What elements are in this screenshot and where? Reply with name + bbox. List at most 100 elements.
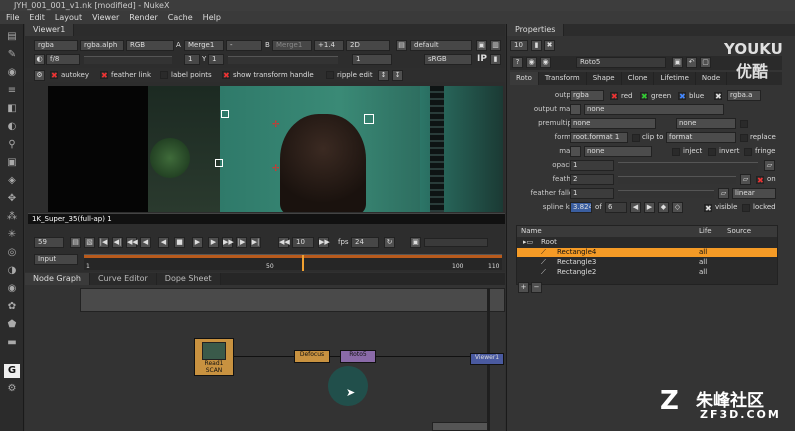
premultiply-checkbox[interactable] xyxy=(740,120,748,128)
color-icon[interactable]: ◧ xyxy=(4,102,20,116)
menu-viewer[interactable]: Viewer xyxy=(92,11,119,24)
colorspace-select[interactable]: RGB xyxy=(126,40,174,51)
tab-roto[interactable]: Roto xyxy=(510,72,539,85)
tab-node[interactable]: Node xyxy=(696,72,728,85)
tab-viewer1[interactable]: Viewer1 xyxy=(25,24,75,36)
tab-dope-sheet[interactable]: Dope Sheet xyxy=(156,273,221,285)
visible-checkbox[interactable]: ✖ xyxy=(704,204,712,213)
prev-key-button-icon[interactable]: ◀ xyxy=(630,202,641,213)
ripple-from-icon[interactable]: ↕ xyxy=(378,70,389,81)
add-key-icon[interactable]: ◆ xyxy=(658,202,669,213)
prev-frame-icon[interactable]: ◀ xyxy=(140,237,151,248)
ripple-edit-checkbox[interactable] xyxy=(326,71,334,79)
feather-slider[interactable] xyxy=(618,176,736,184)
table-row[interactable]: ⟋ Rectangle3 all xyxy=(517,258,777,267)
ip-button[interactable]: IP xyxy=(477,54,487,64)
header-source[interactable]: Source xyxy=(727,226,751,237)
lock-icon[interactable]: ▥ xyxy=(490,40,501,51)
node-name-field[interactable]: Roto5 xyxy=(576,57,666,68)
other-icon[interactable]: ✿ xyxy=(4,300,20,314)
mask-checkbox[interactable] xyxy=(570,146,581,157)
exposure-slider[interactable] xyxy=(84,56,172,64)
next-key-icon[interactable]: |▶ xyxy=(236,237,247,248)
playhead[interactable] xyxy=(302,255,305,271)
lut-icon[interactable]: ▤ xyxy=(396,40,407,51)
locked-checkbox[interactable] xyxy=(742,204,750,212)
label-points-checkbox[interactable] xyxy=(160,71,168,79)
menu-layout[interactable]: Layout xyxy=(55,11,82,24)
tab-shape[interactable]: Shape xyxy=(587,72,622,85)
feather-point-2[interactable]: ✢ xyxy=(272,164,280,174)
eye-icon[interactable]: ◉ xyxy=(4,282,20,296)
backdrop-node[interactable] xyxy=(80,288,505,312)
input-select[interactable]: Input xyxy=(34,254,78,265)
output-select[interactable]: rgba xyxy=(570,90,604,101)
output-mask-select[interactable]: none xyxy=(584,104,724,115)
alpha-select[interactable]: rgba.a xyxy=(727,90,761,101)
b-input-select[interactable]: Merge1 xyxy=(272,40,312,51)
blue-checkbox[interactable]: ✖ xyxy=(678,92,686,101)
format-select[interactable]: root.format 1 xyxy=(570,132,628,143)
table-row-selected[interactable]: ⟋ Rectangle4 all xyxy=(517,248,777,257)
menu-render[interactable]: Render xyxy=(129,11,157,24)
fstop-select[interactable]: f/8 xyxy=(46,54,80,65)
red-checkbox[interactable]: ✖ xyxy=(610,92,618,101)
next-step-icon[interactable]: ▶▶ xyxy=(222,237,234,248)
transform-icon[interactable]: ✥ xyxy=(4,192,20,206)
gizmo-icon[interactable]: G xyxy=(4,364,20,378)
tab-properties[interactable]: Properties xyxy=(507,24,565,36)
menu-help[interactable]: Help xyxy=(203,11,221,24)
first-frame-icon[interactable]: |◀ xyxy=(98,237,109,248)
plugin-icon[interactable]: ▬ xyxy=(4,336,20,350)
y-field[interactable]: 1 xyxy=(208,54,224,65)
draw-icon[interactable]: ✎ xyxy=(4,48,20,62)
views-icon[interactable]: ✳ xyxy=(4,228,20,242)
feather-on-checkbox[interactable]: ✖ xyxy=(756,176,764,185)
display-select[interactable]: sRGB xyxy=(424,54,472,65)
step-field[interactable]: 10 xyxy=(292,237,314,248)
show-transform-checkbox[interactable]: ✖ xyxy=(222,71,230,80)
feather-anim-icon[interactable]: ▱ xyxy=(740,174,751,185)
furnace-icon[interactable]: ⬟ xyxy=(4,318,20,332)
header-life[interactable]: Life xyxy=(699,226,712,237)
menu-cache[interactable]: Cache xyxy=(168,11,193,24)
table-row[interactable]: ▸▭ Root xyxy=(517,238,777,247)
node-color-icon[interactable]: ◉ xyxy=(526,57,537,68)
merge-icon[interactable]: ▣ xyxy=(4,156,20,170)
prev-step-icon[interactable]: ◀◀ xyxy=(126,237,138,248)
step-forward-icon[interactable]: ▶▶ xyxy=(318,237,330,248)
channels-select[interactable]: rgba xyxy=(34,40,78,51)
flipbook-icon[interactable]: ▣ xyxy=(410,237,421,248)
header-name[interactable]: Name xyxy=(521,226,542,237)
roto-point-2[interactable] xyxy=(364,114,374,124)
fps-field[interactable]: 24 xyxy=(351,237,379,248)
mask-select[interactable]: none xyxy=(584,146,652,157)
deep-icon[interactable]: ◎ xyxy=(4,246,20,260)
minimap[interactable] xyxy=(432,422,488,431)
a-input-select[interactable]: Merge1 xyxy=(184,40,224,51)
python-icon[interactable]: ⚙ xyxy=(4,382,20,396)
tab-node-graph[interactable]: Node Graph xyxy=(25,273,90,285)
frame-in-field[interactable]: 1 xyxy=(184,54,200,65)
premultiply-alpha-select[interactable]: none xyxy=(676,118,736,129)
exposure-icon[interactable]: ◐ xyxy=(34,54,45,65)
mask-icon[interactable]: ▣ xyxy=(672,57,683,68)
replace-checkbox[interactable] xyxy=(740,134,748,142)
feather-link-checkbox[interactable]: ✖ xyxy=(100,71,108,80)
pause-icon[interactable]: ▮ xyxy=(490,54,501,65)
fringe-checkbox[interactable] xyxy=(744,148,752,156)
filter-icon[interactable]: ◐ xyxy=(4,120,20,134)
defocus-node[interactable]: Defocus xyxy=(294,350,330,363)
last-frame-icon[interactable]: ▶| xyxy=(250,237,261,248)
node-color2-icon[interactable]: ◉ xyxy=(540,57,551,68)
table-row[interactable]: ⟋ Rectangle2 all xyxy=(517,268,777,277)
settings-icon[interactable]: ▣ xyxy=(476,40,487,51)
metadata-icon[interactable]: ◑ xyxy=(4,264,20,278)
spline-key-field[interactable]: 3.824 xyxy=(570,202,592,213)
feather-point-1[interactable]: ✢ xyxy=(272,120,280,130)
premultiply-select[interactable]: none xyxy=(570,118,656,129)
falloff-type-select[interactable]: linear xyxy=(732,188,776,199)
viewer-canvas[interactable]: ✢ ✢ xyxy=(48,86,503,212)
clip-to-checkbox[interactable] xyxy=(632,134,640,142)
falloff-anim-icon[interactable]: ▱ xyxy=(718,188,729,199)
